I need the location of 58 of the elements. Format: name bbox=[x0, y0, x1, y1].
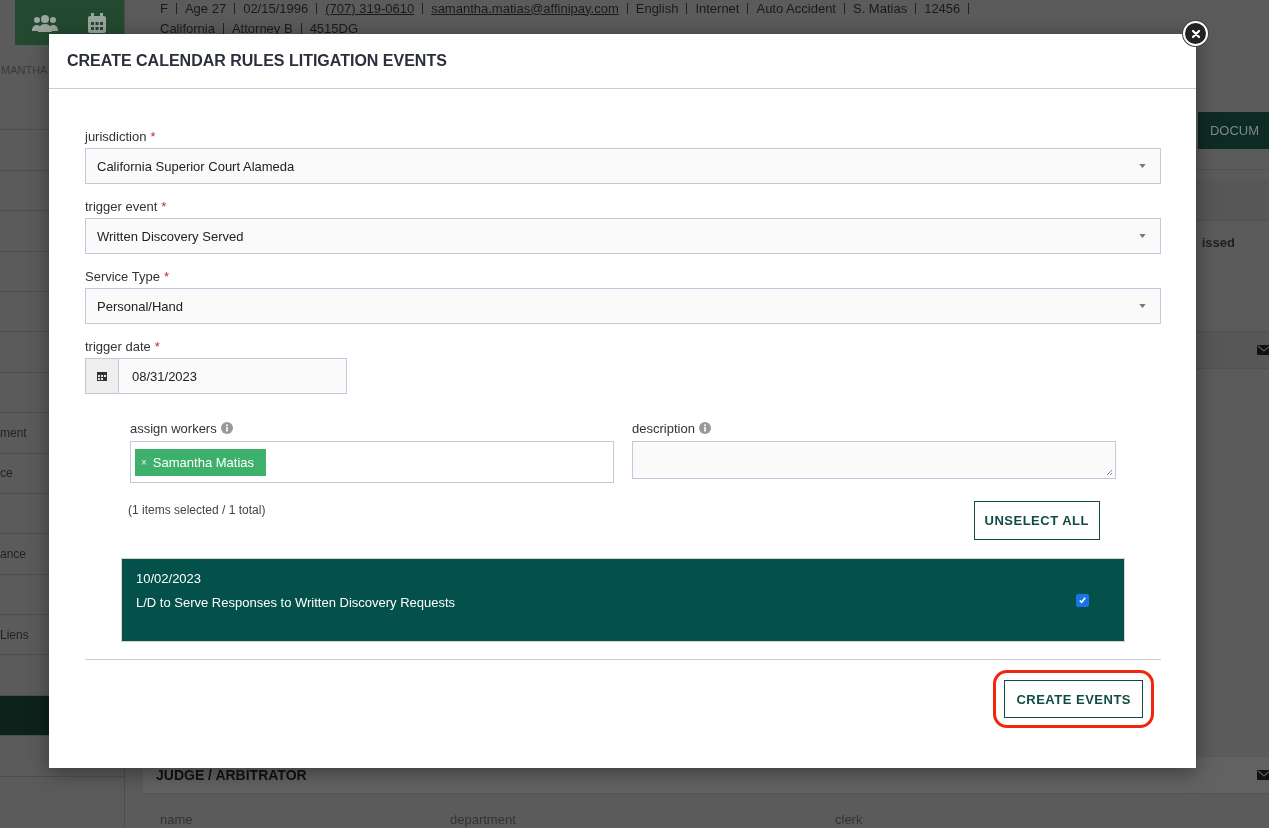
required-mark: * bbox=[150, 128, 156, 144]
event-date: 10/02/2023 bbox=[136, 570, 203, 586]
client-info-text: California bbox=[160, 20, 215, 36]
event-item[interactable]: 10/02/2023 L/D to Serve Responses to Written Discovery Requests bbox=[121, 558, 1125, 642]
client-info-text: F bbox=[160, 0, 168, 16]
status-text: issed bbox=[1201, 235, 1235, 252]
client-info-text: Attorney B bbox=[231, 20, 293, 36]
field-label: trigger event bbox=[85, 198, 158, 214]
required-mark: * bbox=[163, 268, 169, 284]
description-field[interactable] bbox=[632, 441, 1116, 479]
close-button[interactable] bbox=[1183, 21, 1208, 46]
sidebar-item[interactable]: Liens bbox=[0, 627, 29, 642]
workers-field[interactable]: × Samantha Matias bbox=[130, 441, 614, 483]
client-info-text: Age 27 bbox=[184, 0, 227, 16]
event-checkbox[interactable] bbox=[1076, 593, 1089, 607]
mail-icon[interactable] bbox=[1257, 770, 1269, 780]
client-info-text: English bbox=[635, 0, 679, 16]
dropdown-field[interactable]: Personal/Hand bbox=[85, 288, 1161, 324]
sidebar-item[interactable]: ance bbox=[0, 547, 27, 561]
client-info-text: S. Matias bbox=[852, 0, 908, 16]
field-label: jurisdiction bbox=[85, 128, 147, 144]
client-info-text: Internet bbox=[695, 0, 740, 16]
documents-button[interactable]: DOCUM bbox=[1197, 112, 1269, 149]
sidebar-item[interactable]: ment bbox=[0, 425, 27, 440]
section-title: JUDGE / ARBITRATOR bbox=[156, 767, 307, 783]
info-icon[interactable] bbox=[220, 422, 233, 434]
event-title: L/D to Serve Responses to Written Discovery Requests bbox=[136, 594, 456, 610]
resize-grip-icon[interactable] bbox=[1105, 468, 1113, 476]
close-icon bbox=[1190, 28, 1201, 39]
mail-icon[interactable] bbox=[1257, 345, 1269, 355]
checkmark-icon bbox=[1078, 595, 1087, 605]
sidebar-item[interactable]: ce bbox=[0, 466, 13, 481]
caret-icon bbox=[1139, 164, 1146, 168]
remove-tag-button[interactable]: × bbox=[141, 456, 147, 468]
client-info-text: Auto Accident bbox=[756, 0, 836, 16]
caret-icon bbox=[1139, 234, 1146, 238]
client-info-text: 02/15/1996 bbox=[243, 0, 309, 16]
dropdown-field[interactable]: California Superior Court Alameda bbox=[85, 148, 1161, 184]
people-icon[interactable] bbox=[32, 13, 58, 32]
required-mark: * bbox=[161, 198, 167, 214]
info-icon[interactable] bbox=[698, 422, 711, 434]
field-label: description bbox=[632, 420, 695, 436]
field-label: trigger date bbox=[85, 338, 151, 354]
client-info-text: 12456 bbox=[924, 0, 961, 16]
modal-title: CREATE CALENDAR RULES LITIGATION EVENTS bbox=[67, 52, 447, 70]
unselect-all-button[interactable]: UNSELECT ALL bbox=[973, 501, 1100, 540]
field-label: assign workers bbox=[130, 420, 217, 436]
client-info-text: 4515DG bbox=[309, 20, 359, 36]
calendar-icon[interactable] bbox=[88, 12, 106, 33]
field-label: Service Type bbox=[85, 268, 160, 284]
contact-link[interactable]: (707) 319-0610 bbox=[325, 0, 415, 16]
selection-summary: (1 items selected / 1 total) bbox=[128, 503, 266, 519]
caret-icon bbox=[1139, 304, 1146, 308]
contact-link[interactable]: samantha.matias@affinipay.com bbox=[431, 0, 619, 16]
dropdown-field[interactable]: Written Discovery Served bbox=[85, 218, 1161, 254]
create-events-button[interactable]: CREATE EVENTS bbox=[1004, 680, 1143, 718]
required-mark: * bbox=[154, 338, 160, 354]
worker-name: Samantha Matias bbox=[152, 454, 254, 470]
